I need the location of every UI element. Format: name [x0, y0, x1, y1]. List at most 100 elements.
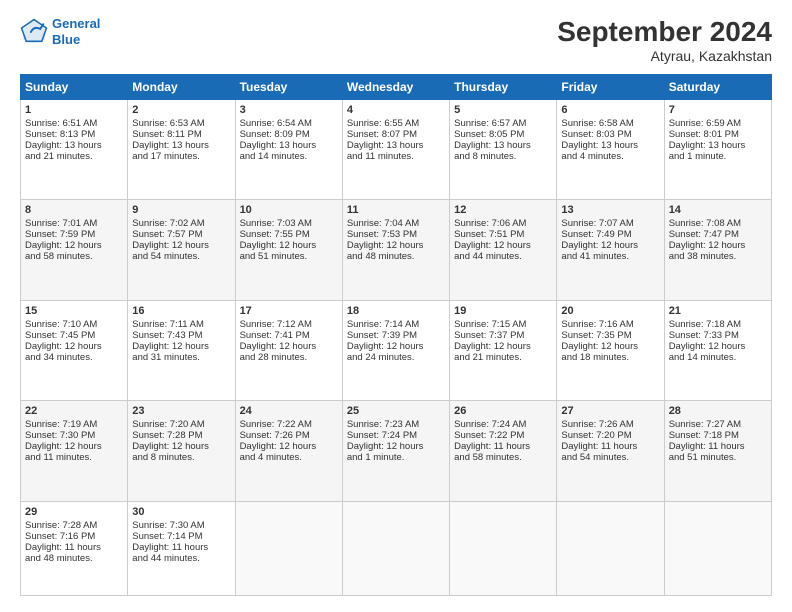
day-info-line: Sunrise: 6:59 AM [669, 118, 767, 129]
day-number: 12 [454, 204, 552, 216]
page: General Blue September 2024 Atyrau, Kaza… [0, 0, 792, 612]
calendar-cell: 28Sunrise: 7:27 AMSunset: 7:18 PMDayligh… [664, 401, 771, 501]
day-number: 30 [132, 506, 230, 518]
day-info-line: Sunset: 7:20 PM [561, 430, 659, 441]
calendar-week-4: 22Sunrise: 7:19 AMSunset: 7:30 PMDayligh… [21, 401, 772, 501]
day-info-line: Daylight: 12 hours [347, 441, 445, 452]
day-info-line: Daylight: 13 hours [25, 140, 123, 151]
day-number: 5 [454, 104, 552, 116]
calendar-cell: 21Sunrise: 7:18 AMSunset: 7:33 PMDayligh… [664, 300, 771, 400]
day-info-line: and 24 minutes. [347, 352, 445, 363]
calendar-week-5: 29Sunrise: 7:28 AMSunset: 7:16 PMDayligh… [21, 501, 772, 595]
calendar-cell [557, 501, 664, 595]
day-number: 14 [669, 204, 767, 216]
day-info-line: Sunset: 7:28 PM [132, 430, 230, 441]
day-info-line: Sunrise: 7:07 AM [561, 218, 659, 229]
day-number: 28 [669, 405, 767, 417]
day-info-line: Sunrise: 7:12 AM [240, 319, 338, 330]
day-number: 8 [25, 204, 123, 216]
day-number: 16 [132, 305, 230, 317]
title-block: September 2024 Atyrau, Kazakhstan [557, 16, 772, 64]
day-info-line: and 51 minutes. [240, 251, 338, 262]
day-info-line: Sunset: 8:05 PM [454, 129, 552, 140]
calendar-week-3: 15Sunrise: 7:10 AMSunset: 7:45 PMDayligh… [21, 300, 772, 400]
day-info-line: Sunrise: 6:58 AM [561, 118, 659, 129]
day-info-line: Sunset: 7:39 PM [347, 330, 445, 341]
day-number: 1 [25, 104, 123, 116]
day-info-line: Daylight: 11 hours [132, 542, 230, 553]
day-info-line: and 21 minutes. [25, 151, 123, 162]
logo-line2: Blue [52, 32, 80, 47]
day-number: 15 [25, 305, 123, 317]
day-info-line: and 28 minutes. [240, 352, 338, 363]
day-info-line: Sunset: 7:24 PM [347, 430, 445, 441]
calendar-cell: 15Sunrise: 7:10 AMSunset: 7:45 PMDayligh… [21, 300, 128, 400]
day-info-line: Sunrise: 7:30 AM [132, 520, 230, 531]
day-info-line: Sunrise: 7:04 AM [347, 218, 445, 229]
day-info-line: Sunrise: 7:06 AM [454, 218, 552, 229]
calendar-cell: 12 Sunrise: 7:06 AMSunset: 7:51 PMDayligh… [450, 200, 557, 300]
day-number: 25 [347, 405, 445, 417]
day-info-line: Daylight: 12 hours [25, 240, 123, 251]
calendar-week-1: 1Sunrise: 6:51 AMSunset: 8:13 PMDaylight… [21, 100, 772, 200]
day-info-line: Sunset: 7:59 PM [25, 229, 123, 240]
day-info-line: Daylight: 12 hours [240, 240, 338, 251]
day-info-line: and 4 minutes. [561, 151, 659, 162]
day-info-line: Daylight: 12 hours [132, 240, 230, 251]
day-info-line: Sunset: 7:51 PM [454, 229, 552, 240]
logo-icon [20, 18, 48, 46]
day-info-line: Daylight: 12 hours [240, 441, 338, 452]
day-number: 10 [240, 204, 338, 216]
day-info-line: and 8 minutes. [132, 452, 230, 463]
day-number: 24 [240, 405, 338, 417]
calendar-cell: 30Sunrise: 7:30 AMSunset: 7:14 PMDayligh… [128, 501, 235, 595]
day-info-line: Sunset: 7:35 PM [561, 330, 659, 341]
day-info-line: Sunrise: 7:02 AM [132, 218, 230, 229]
logo: General Blue [20, 16, 100, 47]
calendar-cell: 4Sunrise: 6:55 AMSunset: 8:07 PMDaylight… [342, 100, 449, 200]
day-info-line: Sunset: 7:49 PM [561, 229, 659, 240]
calendar-cell: 11Sunrise: 7:04 AMSunset: 7:53 PMDayligh… [342, 200, 449, 300]
day-number: 9 [132, 204, 230, 216]
day-info-line: Daylight: 11 hours [669, 441, 767, 452]
calendar-week-2: 8Sunrise: 7:01 AMSunset: 7:59 PMDaylight… [21, 200, 772, 300]
day-info-line: Sunset: 7:22 PM [454, 430, 552, 441]
day-info-line: Sunrise: 7:10 AM [25, 319, 123, 330]
day-info-line: Daylight: 13 hours [669, 140, 767, 151]
day-info-line: and 1 minute. [669, 151, 767, 162]
calendar-cell: 10Sunrise: 7:03 AMSunset: 7:55 PMDayligh… [235, 200, 342, 300]
calendar-cell: 5Sunrise: 6:57 AMSunset: 8:05 PMDaylight… [450, 100, 557, 200]
col-wednesday: Wednesday [342, 75, 449, 100]
day-info-line: and 54 minutes. [561, 452, 659, 463]
day-info-line: Daylight: 12 hours [240, 341, 338, 352]
day-info-line: Sunset: 8:03 PM [561, 129, 659, 140]
day-info-line: and 54 minutes. [132, 251, 230, 262]
day-info-line: Daylight: 13 hours [132, 140, 230, 151]
day-info-line: Sunrise: 7:01 AM [25, 218, 123, 229]
day-info-line: Daylight: 12 hours [669, 240, 767, 251]
day-info-line: and 14 minutes. [669, 352, 767, 363]
day-info-line: and 34 minutes. [25, 352, 123, 363]
calendar-cell: 29Sunrise: 7:28 AMSunset: 7:16 PMDayligh… [21, 501, 128, 595]
day-info-line: Daylight: 13 hours [561, 140, 659, 151]
day-number: 20 [561, 305, 659, 317]
day-number: 26 [454, 405, 552, 417]
calendar-cell [664, 501, 771, 595]
day-number: 18 [347, 305, 445, 317]
day-info-line: Sunset: 7:47 PM [669, 229, 767, 240]
day-number: 4 [347, 104, 445, 116]
day-info-line: Sunset: 7:55 PM [240, 229, 338, 240]
day-info-line: Sunrise: 7:22 AM [240, 419, 338, 430]
day-info-line: Daylight: 13 hours [347, 140, 445, 151]
calendar-cell: 17Sunrise: 7:12 AMSunset: 7:41 PMDayligh… [235, 300, 342, 400]
day-info-line: Daylight: 12 hours [454, 240, 552, 251]
calendar-cell: 18Sunrise: 7:14 AMSunset: 7:39 PMDayligh… [342, 300, 449, 400]
day-info-line: and 51 minutes. [669, 452, 767, 463]
day-info-line: Sunset: 7:33 PM [669, 330, 767, 341]
calendar-cell: 23Sunrise: 7:20 AMSunset: 7:28 PMDayligh… [128, 401, 235, 501]
day-info-line: Sunrise: 7:16 AM [561, 319, 659, 330]
day-info-line: Sunset: 8:09 PM [240, 129, 338, 140]
day-info-line: Daylight: 12 hours [347, 240, 445, 251]
day-info-line: Sunset: 7:26 PM [240, 430, 338, 441]
day-info-line: Sunset: 7:53 PM [347, 229, 445, 240]
